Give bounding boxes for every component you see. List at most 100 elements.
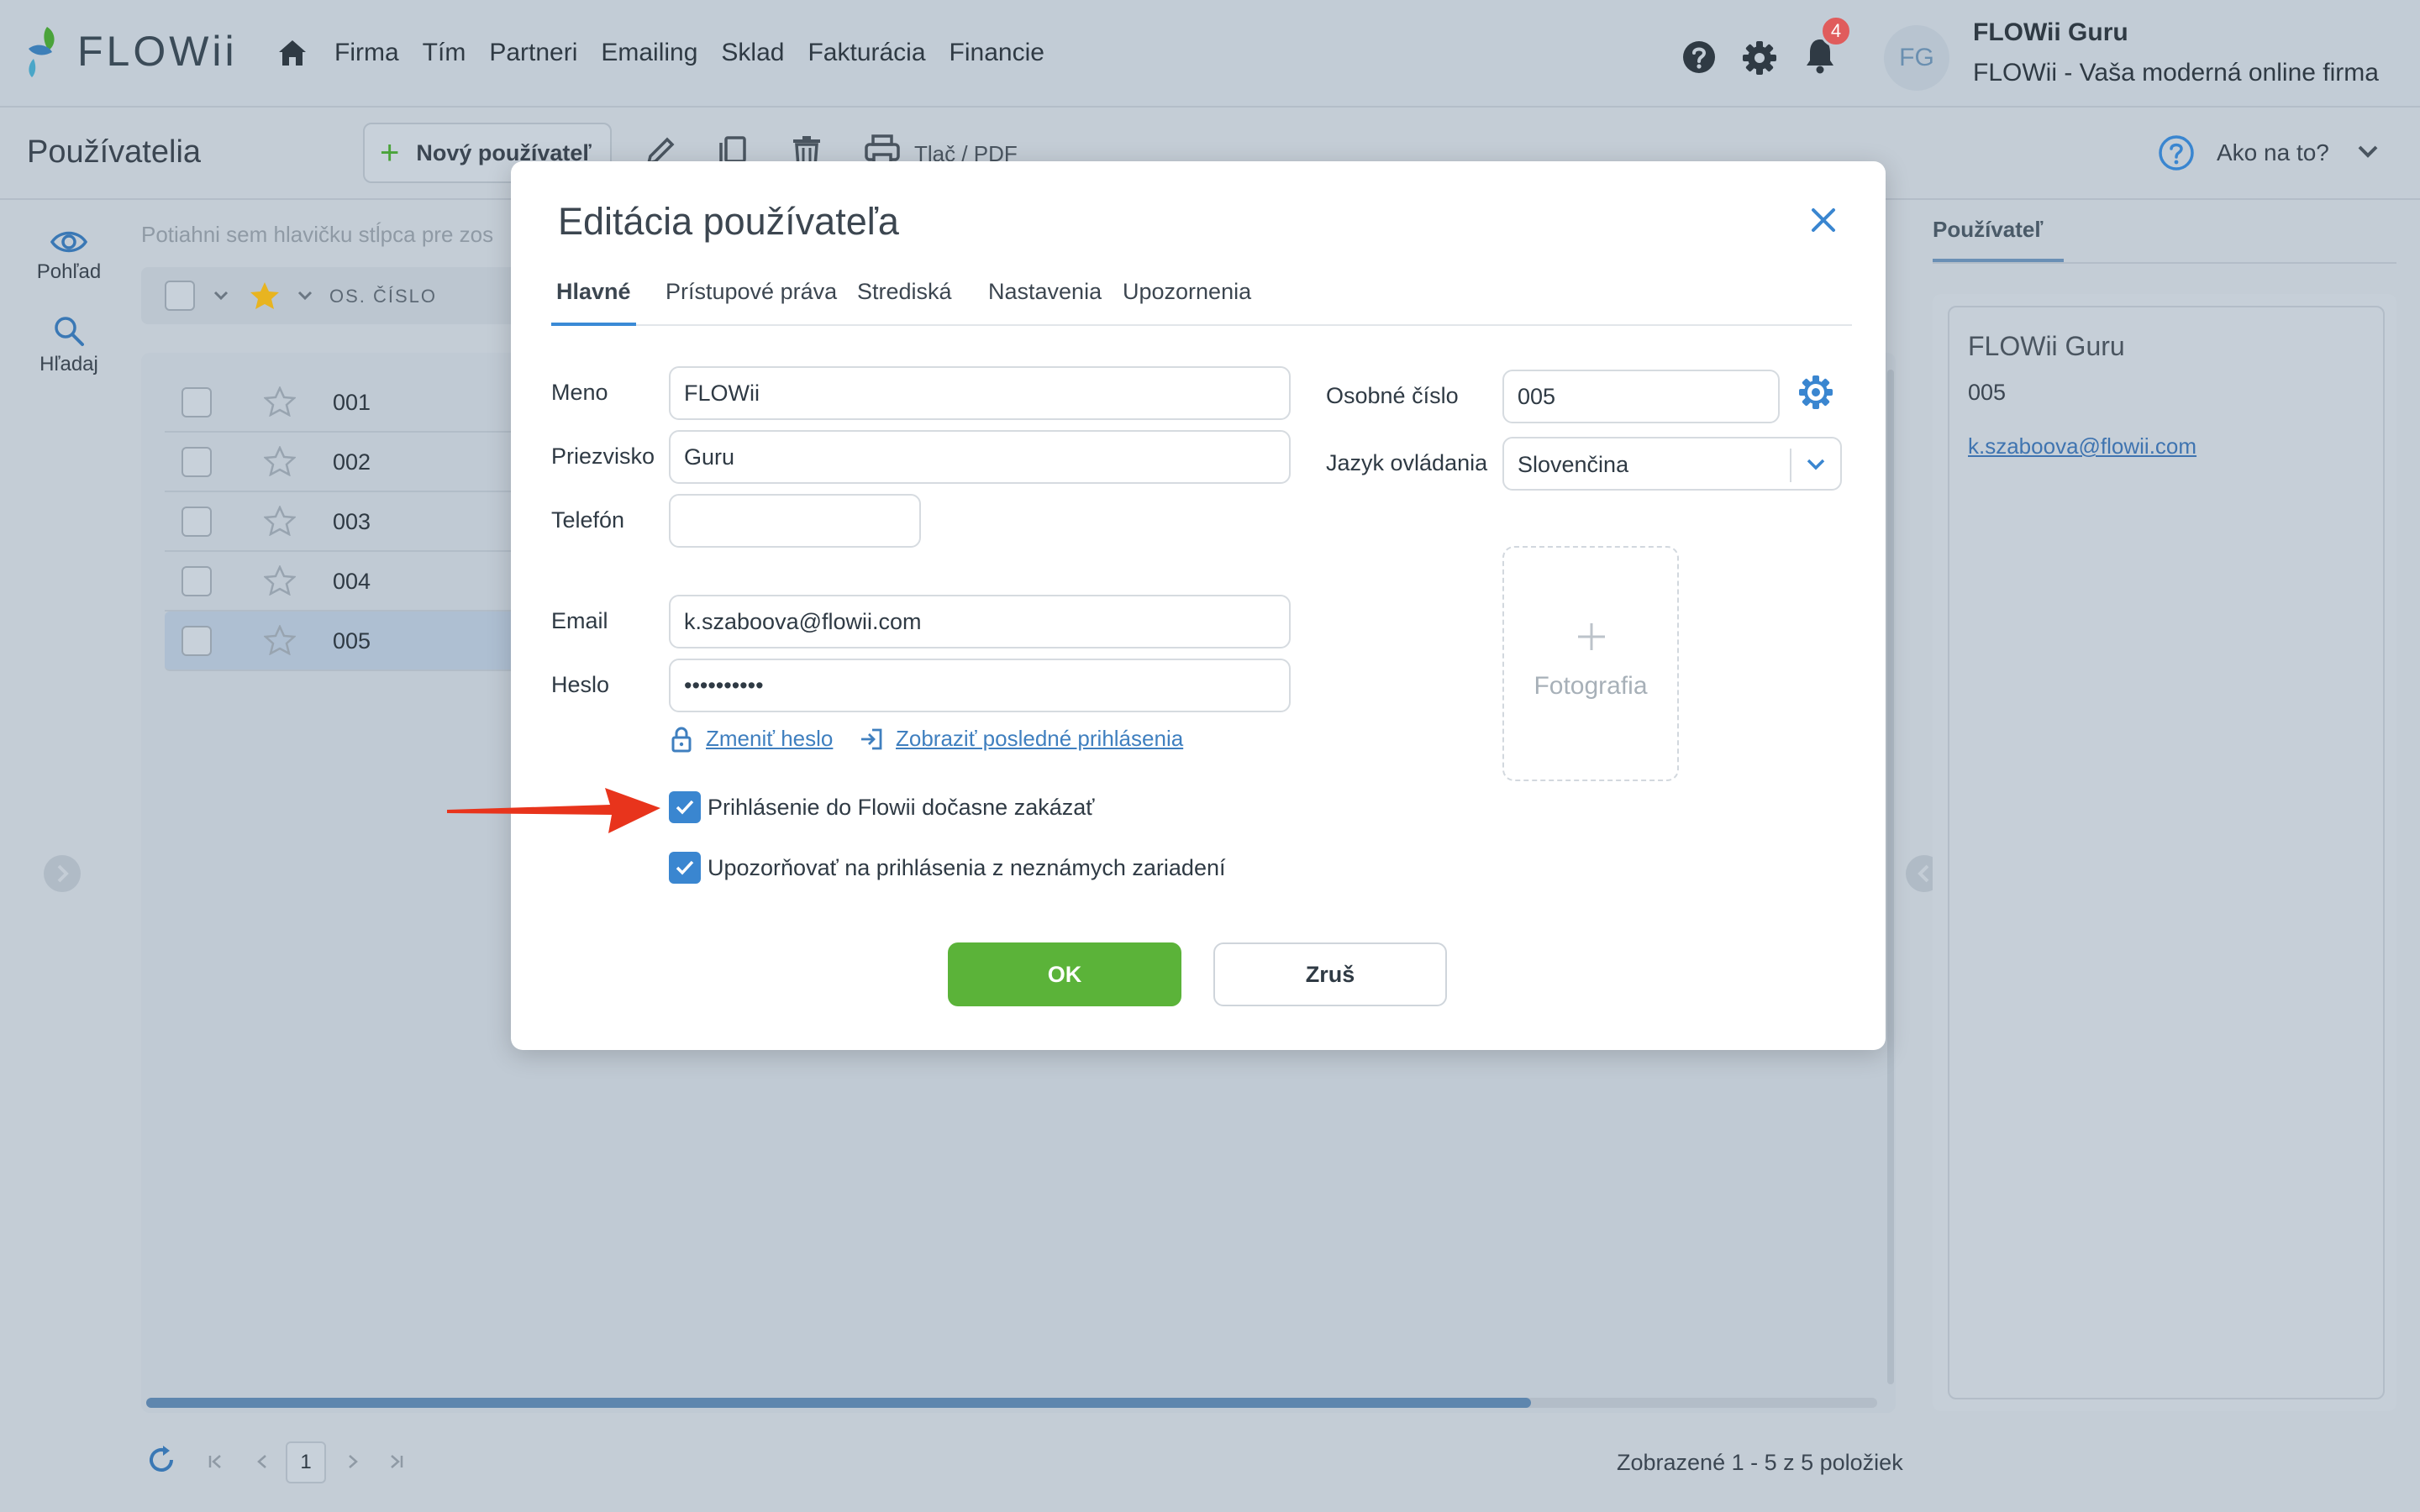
- favorite-star-icon[interactable]: [249, 281, 281, 311]
- tab-upozornenia[interactable]: Upozornenia: [1118, 279, 1256, 326]
- flowii-logo-icon: [29, 27, 55, 77]
- tab-strediska[interactable]: Strediská: [852, 279, 957, 326]
- first-name-input[interactable]: [669, 366, 1291, 420]
- cancel-button[interactable]: Zruš: [1213, 942, 1447, 1006]
- detail-user-email-link[interactable]: k.szaboova@flowii.com: [1968, 433, 2196, 459]
- caret-down-icon[interactable]: [213, 291, 229, 301]
- vertical-scrollbar[interactable]: [1887, 370, 1894, 1384]
- row-checkbox[interactable]: [182, 566, 212, 596]
- home-icon[interactable]: [277, 39, 308, 67]
- first-name-label: Meno: [551, 380, 608, 405]
- eye-icon: [50, 231, 88, 253]
- horizontal-scroll-thumb[interactable]: [146, 1398, 1531, 1408]
- horizontal-scrollbar[interactable]: [146, 1398, 1877, 1408]
- table-row-selected[interactable]: 005: [165, 612, 560, 671]
- chevron-down-icon[interactable]: [2356, 143, 2380, 160]
- logo[interactable]: FLOWii: [25, 25, 238, 77]
- row-checkbox[interactable]: [182, 626, 212, 656]
- howto-help-icon[interactable]: [2158, 134, 2195, 171]
- ok-button[interactable]: OK: [948, 942, 1181, 1006]
- detail-user-name: FLOWii Guru: [1968, 331, 2125, 361]
- last-logins-link[interactable]: Zobraziť posledné prihlásenia: [896, 726, 1183, 752]
- collapse-left-arrow[interactable]: [44, 855, 81, 892]
- row-checkbox[interactable]: [182, 447, 212, 477]
- language-select[interactable]: Slovenčina: [1502, 437, 1842, 491]
- row-number: 001: [333, 390, 371, 415]
- last-name-label: Priezvisko: [551, 444, 655, 469]
- lock-icon: [671, 727, 692, 753]
- email-label: Email: [551, 608, 608, 633]
- nav-item-sklad[interactable]: Sklad: [721, 39, 784, 67]
- row-checkbox[interactable]: [182, 387, 212, 417]
- star-outline-icon[interactable]: [264, 565, 296, 596]
- table-row[interactable]: 003: [165, 492, 560, 552]
- password-input[interactable]: [669, 659, 1291, 712]
- sidebar-search-label: Hľadaj: [39, 353, 98, 375]
- howto-label[interactable]: Ako na to?: [2217, 139, 2329, 166]
- email-input[interactable]: [669, 595, 1291, 648]
- caret-down-icon[interactable]: [297, 291, 313, 301]
- first-page-icon[interactable]: [207, 1453, 224, 1470]
- photo-upload-box[interactable]: Fotografia: [1502, 546, 1679, 781]
- nav-item-fakturacia[interactable]: Fakturácia: [808, 39, 925, 67]
- change-password-link[interactable]: Zmeniť heslo: [706, 726, 833, 752]
- avatar[interactable]: FG: [1884, 25, 1949, 91]
- tab-hlavne[interactable]: Hlavné: [551, 279, 636, 326]
- select-all-checkbox[interactable]: [165, 281, 195, 311]
- last-name-input[interactable]: [669, 430, 1291, 484]
- notify-unknown-devices-checkbox[interactable]: [669, 852, 701, 884]
- nav-item-partneri[interactable]: Partneri: [489, 39, 577, 67]
- dialog-tabs: Hlavné Prístupové práva Strediská Nastav…: [551, 279, 1852, 326]
- nav-item-firma[interactable]: Firma: [334, 39, 399, 67]
- table-row[interactable]: 004: [165, 552, 560, 612]
- settings-gear-icon[interactable]: [1742, 40, 1777, 76]
- sidebar-view-button[interactable]: Pohľad: [29, 228, 109, 284]
- plus-icon: +: [380, 134, 400, 171]
- sidebar-search-button[interactable]: Hľadaj: [29, 314, 109, 376]
- tab-nastavenia[interactable]: Nastavenia: [983, 279, 1107, 326]
- nav-item-financie[interactable]: Financie: [950, 39, 1044, 67]
- refresh-icon[interactable]: [145, 1443, 178, 1477]
- page-title: Používatelia: [27, 134, 202, 170]
- row-checkbox[interactable]: [182, 507, 212, 537]
- column-header-os-cislo[interactable]: OS. ČÍSLO: [329, 286, 437, 307]
- next-page-icon[interactable]: [345, 1453, 361, 1470]
- close-icon[interactable]: [1810, 207, 1837, 234]
- annotation-arrow-icon: [447, 788, 660, 833]
- tab-user-detail[interactable]: Používateľ: [1933, 217, 2043, 243]
- checkmark-icon: [676, 860, 694, 875]
- nav-item-tim[interactable]: Tím: [423, 39, 466, 67]
- disable-login-checkbox[interactable]: [669, 791, 701, 823]
- star-outline-icon[interactable]: [264, 625, 296, 655]
- dialog-title: Editácia používateľa: [558, 200, 899, 243]
- prev-page-icon[interactable]: [254, 1453, 271, 1470]
- edit-user-dialog: Editácia používateľa Hlavné Prístupové p…: [511, 161, 1886, 1050]
- phone-input[interactable]: [669, 494, 921, 548]
- user-name[interactable]: FLOWii Guru: [1973, 18, 2128, 47]
- nav-item-emailing[interactable]: Emailing: [601, 39, 697, 67]
- top-bar: FLOWii Firma Tím Partneri Emailing Sklad…: [0, 0, 2420, 108]
- password-label: Heslo: [551, 672, 610, 697]
- notify-unknown-devices-label[interactable]: Upozorňovať na prihlásenia z neznámych z…: [708, 855, 1225, 881]
- star-outline-icon[interactable]: [264, 446, 296, 476]
- user-company: FLOWii - Vaša moderná online firma: [1973, 59, 2379, 87]
- star-outline-icon[interactable]: [264, 506, 296, 536]
- help-icon[interactable]: [1682, 40, 1716, 74]
- row-number: 002: [333, 449, 371, 475]
- pager-info: Zobrazené 1 - 5 z 5 položiek: [1617, 1450, 1903, 1475]
- personal-number-input[interactable]: [1502, 370, 1780, 423]
- detail-user-number: 005: [1968, 380, 2007, 405]
- table-row[interactable]: 001: [165, 373, 560, 433]
- chevron-down-icon: [1807, 459, 1825, 470]
- last-page-icon[interactable]: [388, 1453, 405, 1470]
- plus-icon: [1578, 623, 1605, 650]
- main-nav: Firma Tím Partneri Emailing Sklad Faktur…: [334, 39, 1068, 67]
- current-page[interactable]: 1: [286, 1441, 326, 1483]
- language-selected-value: Slovenčina: [1518, 452, 1629, 477]
- disable-login-label[interactable]: Prihlásenie do Flowii dočasne zakázať: [708, 795, 1094, 821]
- user-detail-inner: [1948, 306, 2385, 1399]
- number-settings-gear-icon[interactable]: [1798, 375, 1833, 410]
- tab-pristupove-prava[interactable]: Prístupové práva: [660, 279, 842, 326]
- star-outline-icon[interactable]: [264, 386, 296, 417]
- table-row[interactable]: 002: [165, 433, 560, 492]
